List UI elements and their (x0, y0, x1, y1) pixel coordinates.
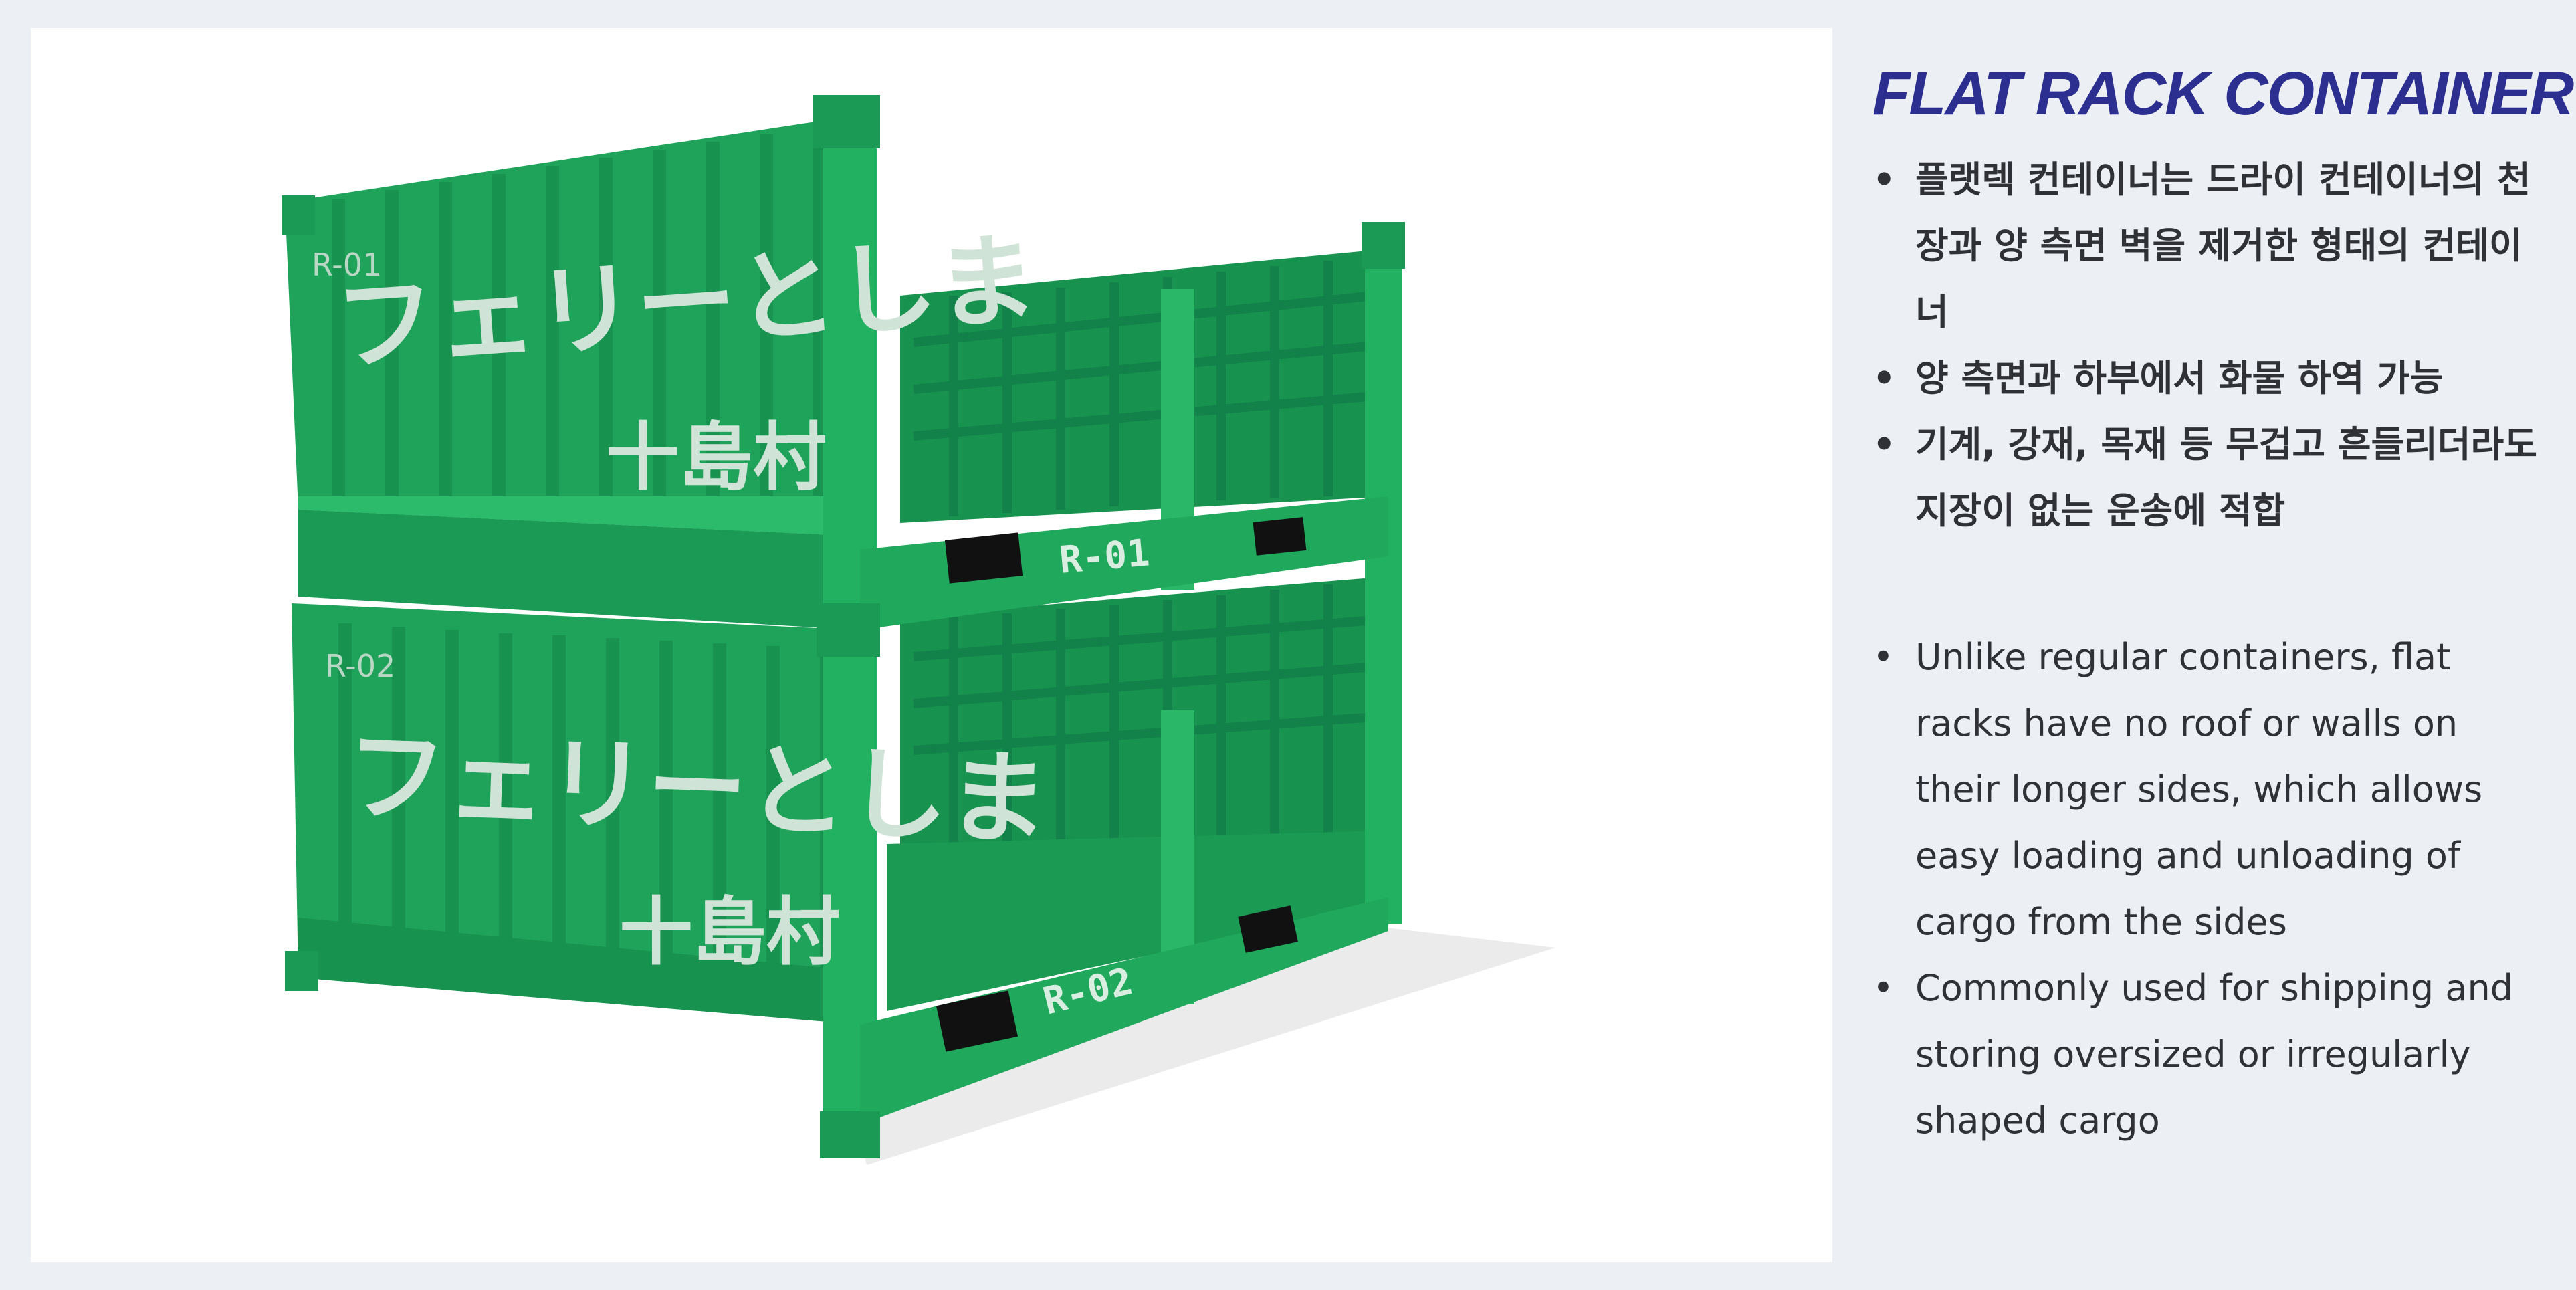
bottom-japanese-text: フェリーとしま (344, 718, 1050, 859)
list-item: 플랫렉 컨테이너는 드라이 컨테이너의 천장과 양 측면 벽을 제거한 형태의 … (1872, 146, 2548, 345)
description-panel: FLAT RACK CONTAINER 플랫렉 컨테이너는 드라이 컨테이너의 … (1872, 59, 2574, 1154)
english-bullet-list: Unlike regular containers, flat racks ha… (1872, 624, 2548, 1154)
bottom-village-text: 十島村 (619, 889, 840, 975)
top-village-text: 十島村 (606, 415, 827, 500)
page-title: FLAT RACK CONTAINER (1872, 60, 2574, 128)
bottom-container: R-02 フェリーとしま 十島村 R-02 (285, 576, 1402, 1158)
container-image-panel: R-02 フェリーとしま 十島村 R-02 R-01 フェリーとしま 十島村 R… (31, 28, 1832, 1262)
bottom-id-small: R-02 (325, 648, 395, 684)
korean-bullet-list: 플랫렉 컨테이너는 드라이 컨테이너의 천장과 양 측면 벽을 제거한 형태의 … (1872, 146, 2548, 544)
list-item: Commonly used for shipping and storing o… (1872, 955, 2548, 1154)
list-item: Unlike regular containers, flat racks ha… (1872, 624, 2548, 955)
top-end-code: R-01 (1058, 531, 1152, 582)
list-item: 기계, 강재, 목재 등 무겁고 흔들리더라도 지장이 없는 운송에 적합 (1872, 411, 2548, 544)
list-item: 양 측면과 하부에서 화물 하역 가능 (1872, 345, 2548, 411)
flat-rack-container-image: R-02 フェリーとしま 十島村 R-02 R-01 フェリーとしま 十島村 R… (282, 95, 1555, 1165)
top-container: R-01 フェリーとしま 十島村 R-01 (282, 95, 1405, 657)
